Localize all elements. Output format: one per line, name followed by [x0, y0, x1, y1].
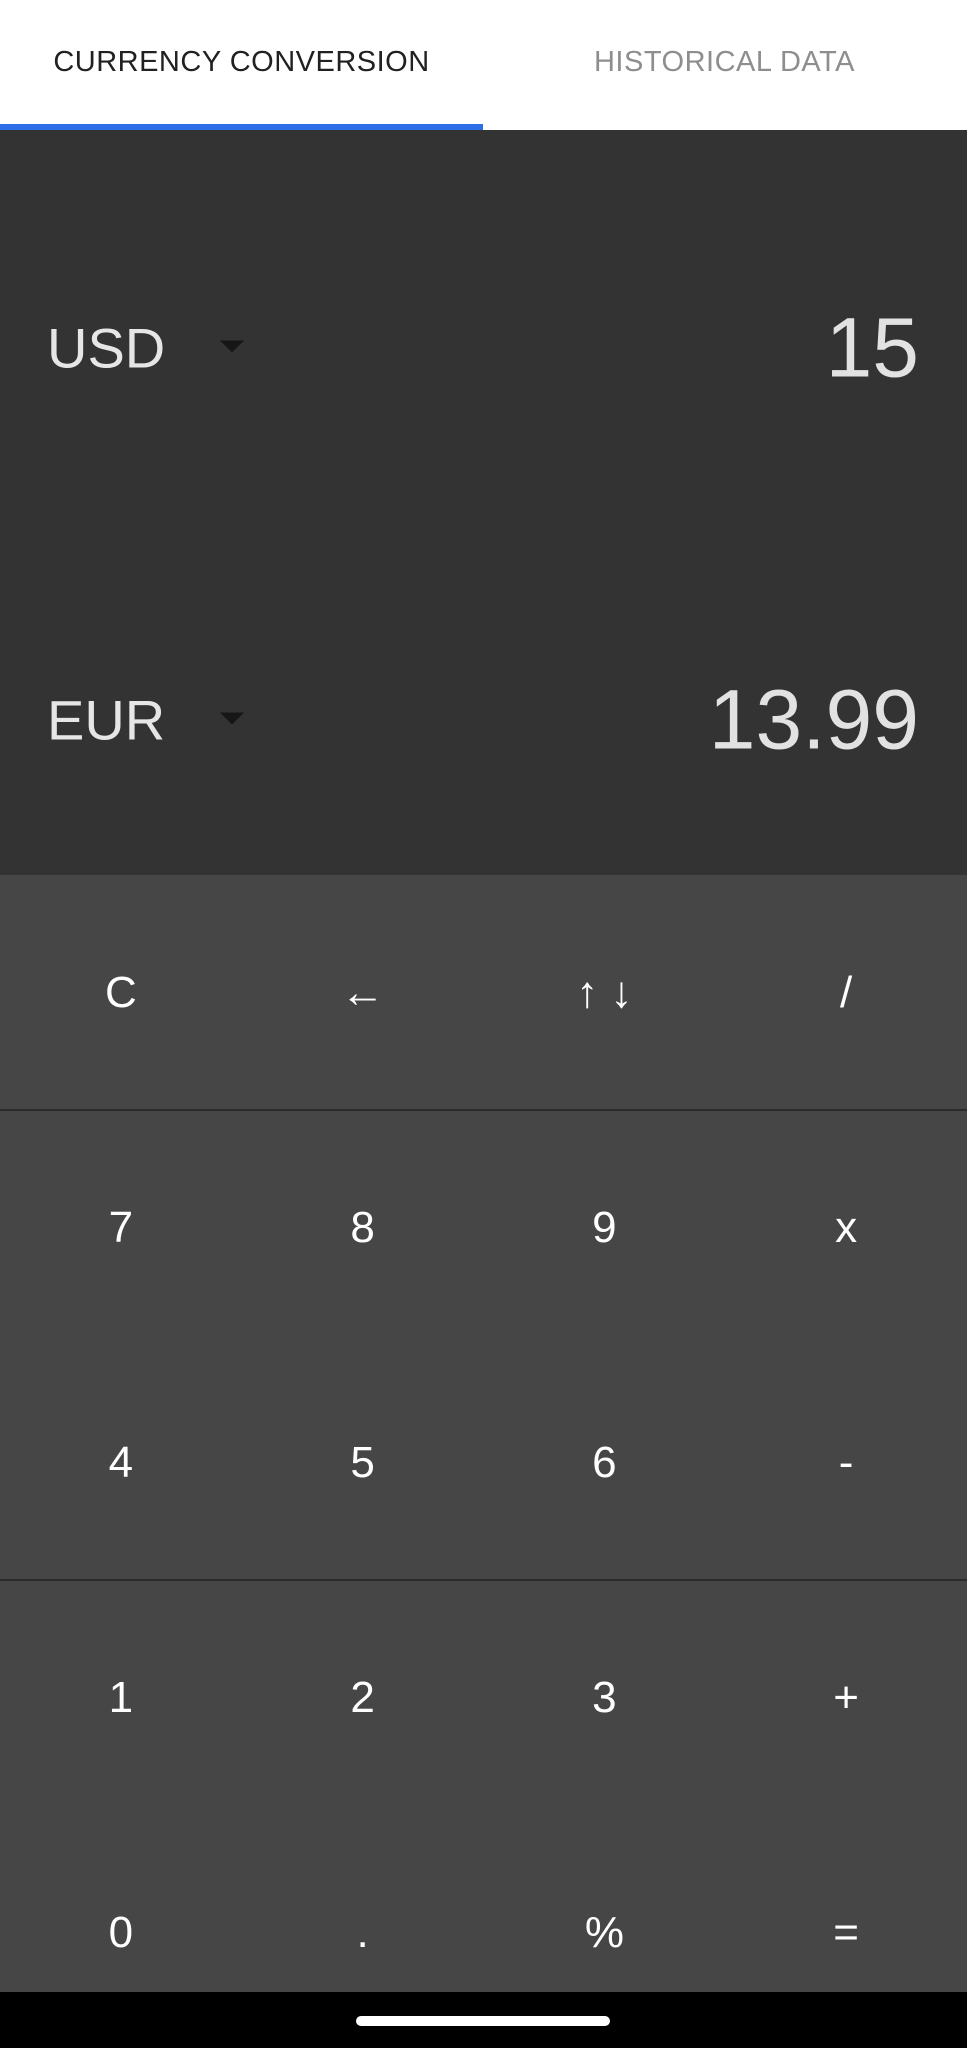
from-amount: 15 [825, 300, 919, 395]
keypad-row: C ← ↑ ↓ / [0, 875, 967, 1110]
keypad: C ← ↑ ↓ / 7 8 9 x 4 5 6 - 1 2 3 + 0 . % … [0, 875, 967, 1992]
from-currency-code: USD [47, 316, 166, 380]
clear-key[interactable]: C [0, 875, 242, 1110]
tab-label: HISTORICAL DATA [593, 45, 856, 78]
backspace-key[interactable]: ← [242, 875, 484, 1110]
keypad-row: 7 8 9 x [0, 1110, 967, 1345]
digit-9-key[interactable]: 9 [484, 1110, 726, 1345]
digit-4-key[interactable]: 4 [0, 1345, 242, 1580]
add-key[interactable]: + [725, 1580, 967, 1815]
keypad-row: 4 5 6 - [0, 1345, 967, 1580]
home-gesture-handle[interactable] [356, 2016, 610, 2026]
digit-6-key[interactable]: 6 [484, 1345, 726, 1580]
conversion-display: USD 15 EUR 13.99 [0, 130, 967, 875]
digit-7-key[interactable]: 7 [0, 1110, 242, 1345]
subtract-key[interactable]: - [725, 1345, 967, 1580]
digit-2-key[interactable]: 2 [242, 1580, 484, 1815]
multiply-key[interactable]: x [725, 1110, 967, 1345]
tab-historical-data[interactable]: HISTORICAL DATA [483, 0, 966, 130]
digit-3-key[interactable]: 3 [484, 1580, 726, 1815]
to-currency-code: EUR [47, 688, 166, 752]
digit-1-key[interactable]: 1 [0, 1580, 242, 1815]
to-currency-dropdown[interactable]: EUR [47, 688, 244, 753]
digit-5-key[interactable]: 5 [242, 1345, 484, 1580]
dropdown-arrow-icon [220, 340, 244, 352]
tab-bar: CURRENCY CONVERSION HISTORICAL DATA [0, 0, 967, 130]
to-currency-row: EUR 13.99 [0, 620, 967, 820]
from-currency-row: USD 15 [0, 248, 967, 448]
keypad-row: 1 2 3 + [0, 1580, 967, 1815]
swap-currencies-key[interactable]: ↑ ↓ [484, 875, 726, 1110]
digit-8-key[interactable]: 8 [242, 1110, 484, 1345]
system-navigation-bar [0, 1992, 967, 2048]
dropdown-arrow-icon [220, 712, 244, 724]
tab-label: CURRENCY CONVERSION [53, 45, 430, 78]
tab-currency-conversion[interactable]: CURRENCY CONVERSION [0, 0, 483, 130]
to-amount: 13.99 [708, 672, 919, 767]
divide-key[interactable]: / [725, 875, 967, 1110]
from-currency-dropdown[interactable]: USD [47, 316, 244, 381]
